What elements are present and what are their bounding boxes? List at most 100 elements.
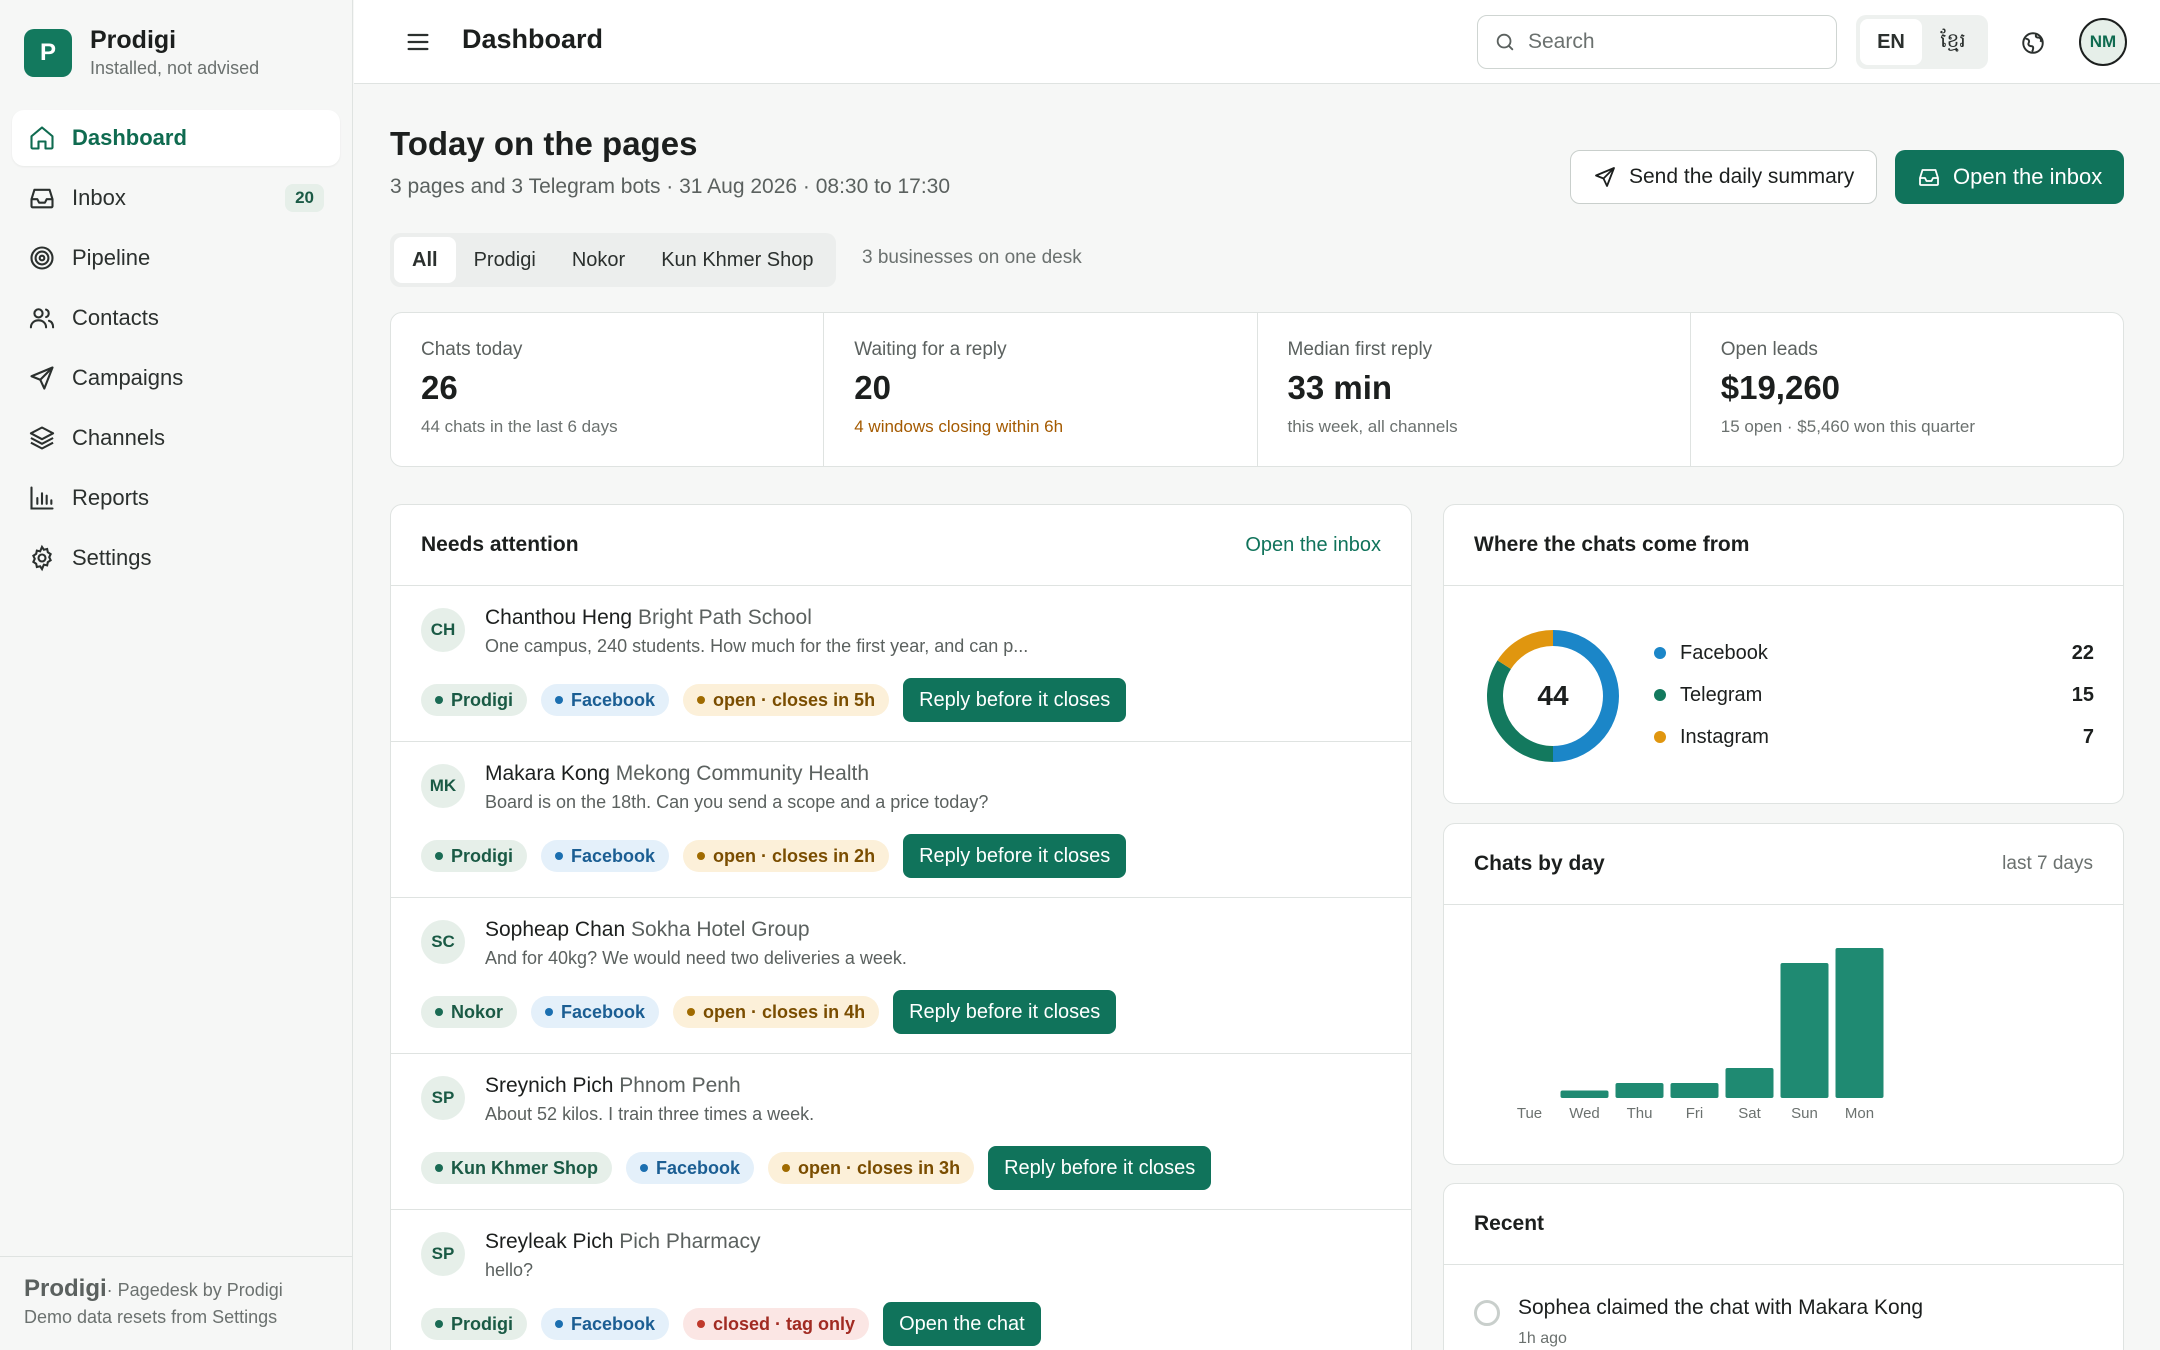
sidebar-item-label: Inbox (72, 185, 126, 210)
contact-avatar: MK (421, 764, 465, 808)
sidebar-item-channels[interactable]: Channels (12, 410, 340, 466)
stat-label: Median first reply (1287, 339, 1433, 360)
reply-before-close-button[interactable]: Reply before it closes (988, 1146, 1212, 1190)
globe-icon[interactable] (2020, 30, 2046, 56)
last-message: One campus, 240 students. How much for t… (485, 636, 1029, 656)
filter-tab-all[interactable]: All (394, 237, 456, 283)
stat-median-first-reply: Median first reply 33 min this week, all… (1258, 313, 1691, 466)
channel-tag: Facebook (626, 1152, 755, 1184)
open-inbox-button[interactable]: Open the inbox (1895, 150, 2125, 204)
layers-icon (29, 426, 55, 450)
home-icon (30, 126, 54, 150)
brand-subtitle: Installed, not advised (90, 58, 260, 78)
lang-en-button[interactable]: EN (1860, 19, 1922, 65)
business-filter-tabs: All Prodigi Nokor Kun Khmer Shop (390, 233, 836, 287)
search-input[interactable] (1528, 30, 1808, 54)
legend-item-facebook: Facebook 22 (1654, 632, 2094, 674)
sidebar-item-settings[interactable]: Settings (12, 530, 340, 586)
open-inbox-link[interactable]: Open the inbox (1245, 534, 1381, 557)
x-tick-label: Wed (1569, 1105, 1600, 1122)
sidebar: P Prodigi Installed, not advised Dashboa… (0, 0, 353, 1350)
open-inbox-label: Open the inbox (1953, 164, 2103, 189)
page-subtitle: 3 pages and 3 Telegram bots · 31 Aug 202… (390, 175, 951, 198)
status-badge: open · closes in 2h (683, 840, 890, 872)
contact-name: Chanthou Heng (485, 606, 633, 629)
bar-sun (1780, 963, 1829, 1098)
status-badge: closed · tag only (683, 1308, 870, 1340)
attention-row[interactable]: SP Sreyleak Pich Pich Pharmacy hello? Pr… (391, 1210, 1411, 1350)
sidebar-nav: Dashboard Inbox 20 Pipeline Contacts Cam… (12, 110, 340, 590)
legend-value: 22 (2071, 641, 2094, 664)
user-avatar[interactable]: NM (2079, 18, 2127, 66)
sidebar-item-campaigns[interactable]: Campaigns (12, 350, 340, 406)
sidebar-item-inbox[interactable]: Inbox 20 (12, 170, 340, 226)
card-header: Needs attention Open the inbox (391, 505, 1411, 586)
reply-before-close-button[interactable]: Reply before it closes (903, 678, 1127, 722)
brand[interactable]: P Prodigi Installed, not advised (24, 26, 259, 79)
x-tick-label: Fri (1686, 1105, 1704, 1122)
sidebar-item-label: Channels (72, 425, 165, 450)
search-icon (1496, 33, 1514, 51)
stat-note: 44 chats in the last 6 days (421, 417, 618, 436)
last-message: hello? (485, 1260, 534, 1280)
gear-icon (32, 544, 52, 572)
business-tag: Nokor (421, 996, 518, 1028)
contact-org: Sokha Hotel Group (630, 918, 810, 941)
sidebar-item-dashboard[interactable]: Dashboard (12, 110, 340, 166)
send-daily-summary-button[interactable]: Send the daily summary (1570, 150, 1878, 204)
search-box[interactable] (1477, 15, 1837, 69)
stat-label: Chats today (421, 339, 523, 360)
stat-note: 15 open · $5,460 won this quarter (1720, 417, 1975, 436)
bar-wed (1560, 1090, 1609, 1098)
attention-row[interactable]: CH Chanthou Heng Bright Path School One … (391, 586, 1411, 742)
menu-icon[interactable] (404, 28, 432, 56)
page-title: Today on the pages (390, 125, 698, 162)
stat-chats-today: Chats today 26 44 chats in the last 6 da… (391, 313, 825, 466)
sidebar-item-label: Contacts (72, 305, 159, 330)
contact-org: Bright Path School (637, 606, 812, 629)
x-tick-label: Sat (1738, 1105, 1761, 1122)
reply-before-close-button[interactable]: Reply before it closes (893, 990, 1117, 1034)
stat-open-leads: Open leads $19,260 15 open · $5,460 won … (1691, 313, 2123, 466)
card-header: Recent (1444, 1184, 2123, 1265)
brand-name: Prodigi (90, 26, 177, 54)
x-tick-label: Thu (1627, 1105, 1653, 1122)
language-switcher: EN ខ្មែរ (1856, 15, 1988, 69)
x-tick-label: Tue (1517, 1105, 1542, 1122)
users-icon (29, 308, 55, 329)
bar-fri (1670, 1083, 1719, 1098)
bar-chart-icon (30, 486, 54, 510)
lang-km-button[interactable]: ខ្មែរ (1922, 19, 1984, 65)
send-icon (1595, 167, 1615, 187)
recent-activity-card: Recent Sophea claimed the chat with Maka… (1443, 1183, 2124, 1350)
target-icon (30, 246, 54, 270)
footer-tagline: · Pagedesk by Prodigi (106, 1280, 283, 1300)
attention-row[interactable]: SC Sopheap Chan Sokha Hotel Group And fo… (391, 898, 1411, 1054)
contact-org: Pich Pharmacy (619, 1230, 761, 1253)
channel-tag: Facebook (541, 684, 670, 716)
sidebar-item-contacts[interactable]: Contacts (12, 290, 340, 346)
filter-tab-kun-khmer-shop[interactable]: Kun Khmer Shop (643, 237, 831, 283)
contact-avatar: CH (421, 608, 465, 652)
filter-tab-nokor[interactable]: Nokor (554, 237, 643, 283)
sidebar-item-pipeline[interactable]: Pipeline (12, 230, 340, 286)
attention-row[interactable]: SP Sreynich Pich Phnom Penh About 52 kil… (391, 1054, 1411, 1210)
contact-avatar: SP (421, 1232, 465, 1276)
x-tick-label: Mon (1845, 1105, 1874, 1122)
contact-org: Mekong Community Health (615, 762, 870, 785)
reply-before-close-button[interactable]: Reply before it closes (903, 834, 1127, 878)
channel-tag: Facebook (531, 996, 660, 1028)
business-tag: Prodigi (421, 684, 527, 716)
business-tag: Prodigi (421, 840, 527, 872)
attention-row[interactable]: MK Makara Kong Mekong Community Health B… (391, 742, 1411, 898)
filter-tab-prodigi[interactable]: Prodigi (456, 237, 554, 283)
status-badge: open · closes in 4h (673, 996, 880, 1028)
channel-tag: Facebook (541, 840, 670, 872)
bar-mon (1835, 948, 1884, 1098)
footer-note: Demo data resets from Settings (24, 1307, 278, 1327)
chats-by-day-chart: Tue Wed Thu Fri Sat Sun Mon (1517, 948, 1884, 1122)
sidebar-item-reports[interactable]: Reports (12, 470, 340, 526)
brand-logo: P (24, 28, 72, 77)
filters-note: 3 businesses on one desk (862, 247, 1082, 268)
open-chat-button[interactable]: Open the chat (883, 1302, 1041, 1346)
